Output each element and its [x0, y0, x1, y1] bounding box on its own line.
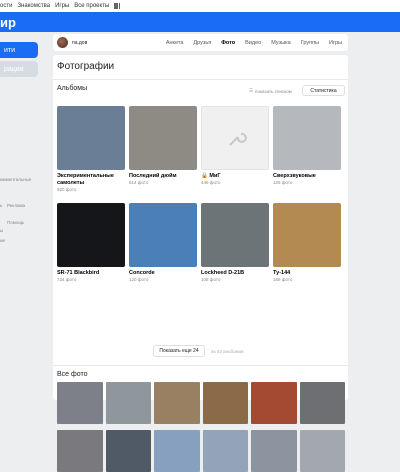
- album-count: 129 фото: [273, 180, 293, 185]
- topnav-item-games[interactable]: Игры: [55, 3, 69, 9]
- photo-thumbnail[interactable]: [154, 382, 200, 424]
- album-cover[interactable]: [57, 106, 125, 170]
- photo-thumbnail[interactable]: [202, 382, 248, 424]
- photo-thumbnail[interactable]: [202, 430, 248, 472]
- album-card[interactable]: Lockheed D-21B 108 фото: [201, 203, 269, 282]
- album-cover[interactable]: [57, 203, 125, 267]
- album-count: 920 фото: [57, 186, 77, 192]
- album-cover[interactable]: [129, 203, 197, 267]
- album-count: 814 фото: [129, 180, 149, 185]
- tab-friends[interactable]: Друзья: [193, 40, 211, 46]
- sidebar-second-button[interactable]: рация: [0, 61, 38, 77]
- profile-bar: па.дов Анкета Друзья Фото Видео Музыка Г…: [53, 34, 348, 51]
- photo-thumbnail[interactable]: [105, 430, 151, 472]
- sidebar-link-help[interactable]: Помощь: [7, 220, 24, 225]
- album-count: 446 фото: [201, 180, 221, 185]
- tab-photos[interactable]: Фото: [221, 40, 235, 46]
- photo-thumbnail[interactable]: [251, 430, 297, 472]
- sidebar-link-ie[interactable]: ие: [0, 238, 5, 243]
- photo-thumbnail[interactable]: [154, 430, 200, 472]
- photo-thumbnail[interactable]: [57, 382, 103, 424]
- avatar[interactable]: [57, 37, 68, 48]
- album-title[interactable]: Экспериментальные самолеты: [57, 173, 125, 186]
- album-title[interactable]: SR-71 Blackbird: [57, 270, 125, 277]
- photo-thumbnail[interactable]: [299, 430, 345, 472]
- album-title[interactable]: Сверхзвуковые: [273, 173, 341, 180]
- tab-games[interactable]: Игры: [329, 40, 342, 46]
- statistics-button[interactable]: Статистика: [302, 85, 345, 96]
- topnav-item-all-projects[interactable]: Все проекты: [74, 3, 109, 9]
- album-card[interactable]: Concorde 120 фото: [129, 203, 197, 282]
- site-header: ир: [0, 12, 400, 32]
- divider: [53, 79, 348, 80]
- profile-tabs: Анкета Друзья Фото Видео Музыка Группы И…: [166, 40, 348, 46]
- album-card[interactable]: SR-71 Blackbird 734 фото: [57, 203, 125, 282]
- show-list-label: показать списком: [255, 88, 292, 94]
- photos-panel: Фотографии Альбомы ☰ показать списком Ст…: [53, 55, 348, 472]
- photo-thumbnail[interactable]: [57, 430, 103, 472]
- album-count: 169 фото: [273, 277, 293, 282]
- sidebar-link-experimental[interactable]: имментальные: [0, 177, 31, 182]
- topnav-item-dating[interactable]: Знакомства: [17, 3, 50, 9]
- album-title[interactable]: Последний дюйм: [129, 173, 197, 180]
- albums-heading: Альбомы: [57, 85, 88, 92]
- show-list-toggle[interactable]: ☰ показать списком: [249, 88, 292, 94]
- site-logo[interactable]: ир: [0, 15, 16, 30]
- profile-name[interactable]: па.дов: [72, 40, 87, 46]
- sidebar-link-ads[interactable]: Реклама: [7, 203, 25, 208]
- photo-thumbnail[interactable]: [251, 382, 297, 424]
- album-cover[interactable]: [273, 106, 341, 170]
- album-cover[interactable]: [201, 203, 269, 267]
- album-cover-locked[interactable]: [201, 106, 269, 170]
- tab-profile[interactable]: Анкета: [166, 40, 184, 46]
- album-cover[interactable]: [273, 203, 341, 267]
- album-title[interactable]: 🔒 МиГ: [201, 173, 269, 180]
- grid-icon[interactable]: [114, 3, 121, 9]
- list-icon: ☰: [249, 88, 254, 93]
- top-navigation: ости Знакомства Игры Все проекты: [0, 0, 400, 12]
- tab-music[interactable]: Музыка: [271, 40, 290, 46]
- show-more-button[interactable]: Показать еще 24: [153, 345, 205, 357]
- album-card[interactable]: Сверхзвуковые 129 фото: [273, 106, 341, 185]
- album-count: 108 фото: [201, 277, 221, 282]
- album-title[interactable]: Lockheed D-21B: [201, 270, 269, 277]
- album-card[interactable]: Экспериментальные самолеты 920 фото: [57, 106, 125, 192]
- all-photos-heading: Все фото: [57, 371, 88, 378]
- album-card[interactable]: Ту-144 169 фото: [273, 203, 341, 282]
- topnav-item-news[interactable]: ости: [0, 3, 12, 9]
- sidebar-active-button[interactable]: ити: [0, 42, 38, 58]
- sidebar-link-b[interactable]: ь: [0, 203, 2, 208]
- album-cover[interactable]: [129, 106, 197, 170]
- album-title[interactable]: Ту-144: [273, 270, 341, 277]
- sidebar-link-y[interactable]: ы: [0, 228, 3, 233]
- sidebar: ити рация имментальные ь Реклама Помощь …: [0, 32, 44, 400]
- tab-video[interactable]: Видео: [245, 40, 261, 46]
- photo-thumbnail[interactable]: [105, 382, 151, 424]
- album-count: 120 фото: [129, 277, 149, 282]
- album-card[interactable]: Последний дюйм 814 фото: [129, 106, 197, 185]
- tab-groups[interactable]: Группы: [301, 40, 319, 46]
- album-title[interactable]: Concorde: [129, 270, 197, 277]
- wrench-icon: [229, 132, 247, 146]
- photo-thumbnail[interactable]: [299, 382, 345, 424]
- album-card[interactable]: 🔒 МиГ 446 фото: [201, 106, 269, 185]
- page-title: Фотографии: [57, 61, 115, 72]
- divider: [53, 365, 348, 366]
- album-count: 734 фото: [57, 277, 77, 282]
- albums-total: из 44 альбомов: [211, 349, 244, 354]
